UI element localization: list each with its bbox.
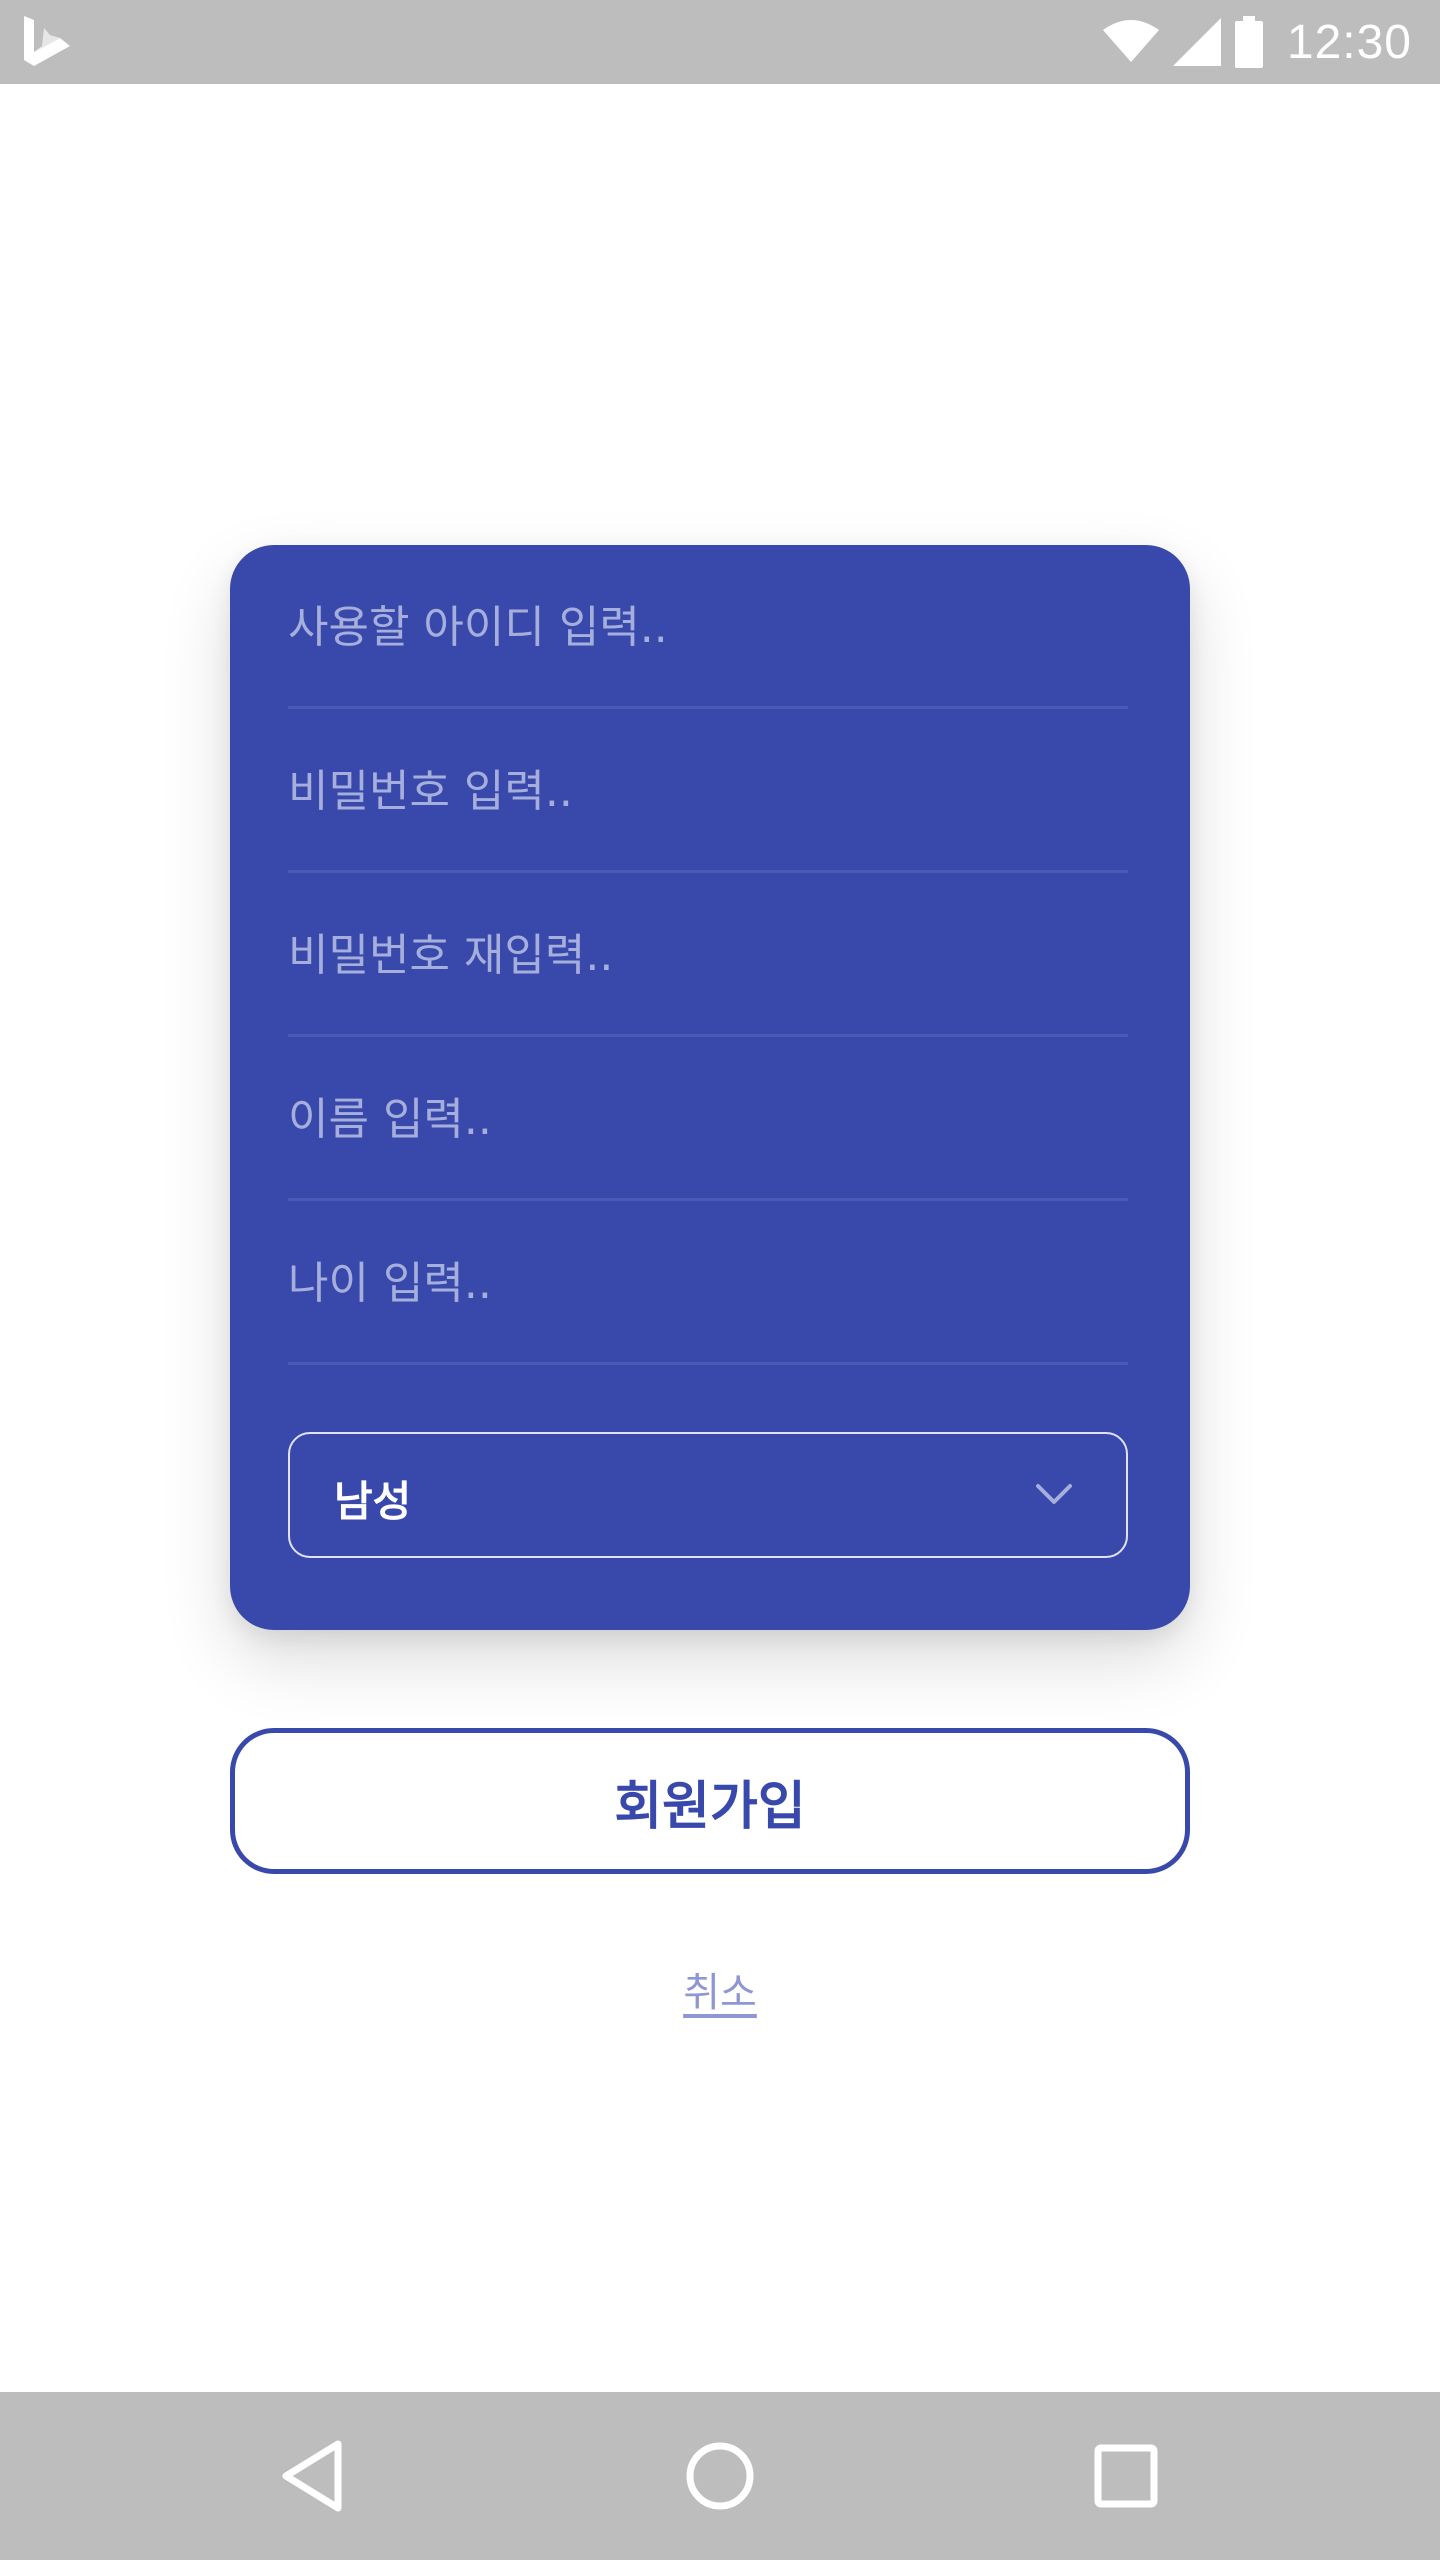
- gender-select[interactable]: 남성: [288, 1432, 1128, 1558]
- signup-form-card: 남성: [230, 545, 1190, 1630]
- age-field-row: [288, 1201, 1128, 1365]
- password-confirm-field-row: [288, 873, 1128, 1037]
- signup-button[interactable]: 회원가입: [230, 1728, 1190, 1874]
- status-icons: 12:30: [1102, 0, 1412, 84]
- status-time: 12:30: [1286, 15, 1412, 69]
- name-input[interactable]: [288, 1087, 1128, 1151]
- age-input[interactable]: [288, 1251, 1128, 1315]
- home-icon[interactable]: [680, 2436, 760, 2516]
- back-icon[interactable]: [274, 2436, 354, 2516]
- battery-icon: [1234, 16, 1263, 68]
- status-bar: 12:30: [0, 0, 1440, 84]
- signal-icon: [1172, 18, 1221, 66]
- password-field-row: [288, 709, 1128, 873]
- password-input[interactable]: [288, 759, 1128, 823]
- name-field-row: [288, 1037, 1128, 1201]
- signup-button-label: 회원가입: [614, 1776, 806, 1837]
- gender-select-value: 남성: [334, 1477, 412, 1526]
- chevron-down-icon: [1036, 1484, 1072, 1504]
- cancel-link[interactable]: 취소: [620, 1960, 820, 2018]
- bing-logo-icon: [24, 16, 70, 66]
- recent-apps-icon[interactable]: [1086, 2436, 1166, 2516]
- username-field-row: [288, 545, 1128, 709]
- wifi-icon: [1102, 20, 1159, 62]
- username-input[interactable]: [288, 595, 1128, 659]
- navigation-bar: [0, 2392, 1440, 2560]
- password-confirm-input[interactable]: [288, 923, 1128, 987]
